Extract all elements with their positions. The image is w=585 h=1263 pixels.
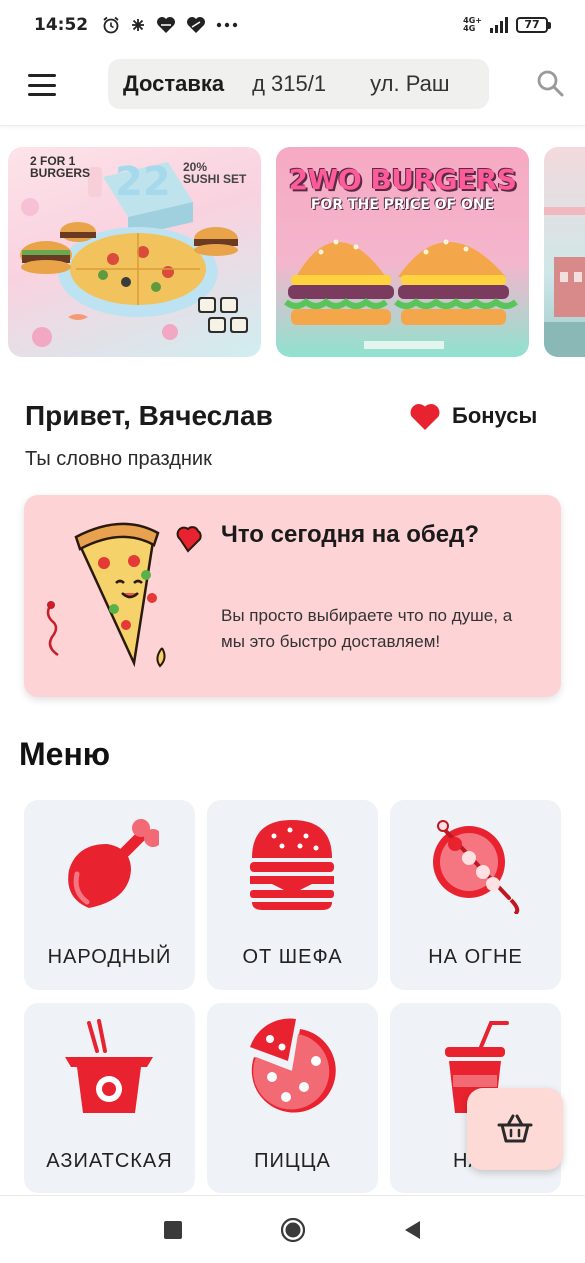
battery-tip bbox=[548, 21, 551, 29]
hamburger-menu-button[interactable] bbox=[28, 74, 56, 96]
category-label: НАРОДНЫЙ bbox=[47, 946, 172, 968]
promo-banner-two-burgers[interactable]: 2WO BURGERS FOR THE PRICE OF ONE bbox=[276, 147, 529, 357]
category-tile-narodny[interactable]: НАРОДНЫЙ bbox=[24, 800, 195, 990]
bonus-button[interactable]: Бонусы bbox=[408, 401, 537, 431]
skewer-icon bbox=[433, 820, 520, 914]
banner1-percent-sub: SUSHI SET bbox=[183, 172, 247, 186]
status-bar: 14:52 4G+ 4G 77 bbox=[0, 0, 585, 50]
battery-icon: 77 bbox=[516, 17, 551, 33]
category-label: ОТ ШЕФА bbox=[242, 946, 343, 968]
banner1-title: 2 FOR 1 BURGERS bbox=[30, 155, 90, 179]
home-icon[interactable] bbox=[281, 1218, 305, 1242]
signal-icon bbox=[490, 17, 508, 33]
category-label: АЗИАТСКАЯ bbox=[46, 1150, 173, 1172]
heart-app-icon bbox=[157, 17, 176, 33]
hamburger-line bbox=[28, 83, 56, 87]
banner1-line2: BURGERS bbox=[30, 166, 91, 180]
status-icons bbox=[102, 16, 238, 34]
promo-text: Вы просто выбираете что по душе, а мы эт… bbox=[221, 606, 513, 651]
promo-title: Что сегодня на обед? bbox=[221, 521, 479, 548]
heart-app-icon-2 bbox=[187, 17, 206, 33]
status-right: 4G+ 4G 77 bbox=[463, 17, 551, 33]
cart-button[interactable] bbox=[467, 1088, 563, 1170]
noodle-box-icon bbox=[65, 1019, 153, 1113]
status-time: 14:52 bbox=[34, 15, 89, 35]
back-icon[interactable] bbox=[401, 1218, 425, 1242]
menu-section-title: Меню bbox=[19, 736, 111, 772]
bug-icon bbox=[132, 19, 145, 31]
promo-banner-carousel[interactable]: 22 2 FOR 1 BURGERS 20% SUSHI SET 2WO BUR… bbox=[0, 147, 585, 357]
greeting-title: Привет, Вячеслав bbox=[25, 400, 273, 431]
category-tile-ot-shefa[interactable]: ОТ ШЕФА bbox=[207, 800, 378, 990]
promo-banner-partial[interactable] bbox=[544, 147, 585, 357]
system-navigation-bar bbox=[0, 1195, 585, 1263]
delivery-address: д 315/1 bbox=[252, 71, 327, 96]
delivery-address-selector[interactable]: Доставка д 315/1 ул. Раш bbox=[108, 59, 489, 109]
pizza-mascot-icon bbox=[46, 522, 202, 668]
greeting-subtitle: Ты словно праздник bbox=[25, 448, 212, 470]
search-icon[interactable] bbox=[536, 69, 564, 97]
hamburger-line bbox=[28, 93, 56, 96]
more-notifications-icon bbox=[216, 22, 238, 28]
delivery-street: ул. Раш bbox=[370, 71, 450, 96]
category-tile-na-ogne[interactable]: НА ОГНЕ bbox=[390, 800, 561, 990]
pizza-icon bbox=[250, 1018, 336, 1113]
banner3-illustration bbox=[544, 207, 585, 357]
banner1-percent: 20% SUSHI SET bbox=[183, 161, 246, 185]
top-app-bar: Доставка д 315/1 ул. Раш bbox=[0, 50, 585, 126]
promo-card[interactable]: Что сегодня на обед? Вы просто выбираете… bbox=[24, 495, 561, 697]
category-label: НА ОГНЕ bbox=[428, 946, 523, 968]
battery-level: 77 bbox=[516, 17, 548, 33]
category-tile-pizza[interactable]: ПИЦЦА bbox=[207, 1003, 378, 1193]
category-label: ПИЦЦА bbox=[254, 1150, 331, 1172]
delivery-mode-label: Доставка bbox=[123, 71, 225, 96]
heart-icon bbox=[410, 404, 440, 430]
bonus-label: Бонусы bbox=[452, 403, 538, 428]
recent-apps-icon[interactable] bbox=[161, 1218, 185, 1242]
banner2-subtitle: FOR THE PRICE OF ONE bbox=[310, 197, 495, 213]
alarm-icon bbox=[103, 16, 119, 34]
promo-banner-burgers-sushi[interactable]: 22 2 FOR 1 BURGERS 20% SUSHI SET bbox=[8, 147, 261, 357]
chicken-leg-icon bbox=[68, 819, 159, 908]
network-label-2: 4G bbox=[463, 24, 476, 33]
hamburger-line bbox=[28, 74, 56, 77]
banner2-title: 2WO BURGERS bbox=[288, 163, 517, 196]
category-tile-aziatskaya[interactable]: АЗИАТСКАЯ bbox=[24, 1003, 195, 1193]
svg-text:22: 22 bbox=[115, 159, 171, 205]
basket-icon bbox=[497, 1114, 533, 1143]
burger-icon bbox=[250, 820, 334, 910]
network-type: 4G+ 4G bbox=[463, 17, 482, 33]
